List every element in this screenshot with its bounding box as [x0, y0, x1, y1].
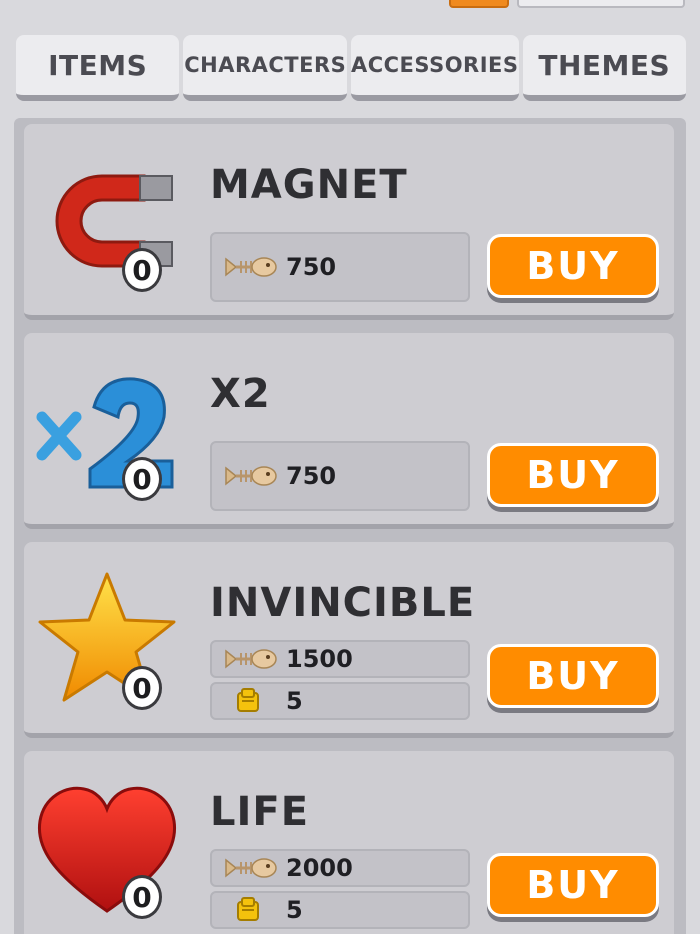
item-card-x2: 0 X2 750 BUY — [24, 333, 674, 529]
shop-tabs: ITEMS CHARACTERS ACCESSORIES THEMES — [16, 35, 686, 103]
cheese-token-icon — [237, 897, 259, 921]
fish-coin-icon — [225, 466, 277, 486]
buy-button[interactable]: BUY — [487, 234, 659, 298]
price-value: 750 — [286, 462, 337, 490]
buy-button[interactable]: BUY — [487, 853, 659, 917]
price-value: 750 — [286, 253, 337, 281]
owned-count-badge: 0 — [122, 875, 162, 919]
top-currency-button[interactable] — [449, 0, 509, 8]
top-currency-display — [517, 0, 685, 8]
owned-count-badge: 0 — [122, 248, 162, 292]
item-title: INVINCIBLE — [210, 580, 476, 626]
item-title: X2 — [210, 371, 271, 417]
price-box: 750 — [210, 441, 470, 511]
tab-items[interactable]: ITEMS — [16, 35, 180, 101]
tab-accessories[interactable]: ACCESSORIES — [350, 35, 519, 101]
buy-button[interactable]: BUY — [487, 644, 659, 708]
price-value: 1500 — [286, 645, 353, 673]
item-card-life: 0 LIFE 2000 5 BUY — [24, 751, 674, 934]
price-box: 5 — [210, 891, 470, 929]
tab-characters[interactable]: CHARACTERS — [183, 35, 347, 101]
tab-themes[interactable]: THEMES — [522, 35, 686, 101]
fish-coin-icon — [225, 649, 277, 669]
item-title: LIFE — [210, 789, 310, 835]
price-box: 750 — [210, 232, 470, 302]
price-value: 2000 — [286, 854, 353, 882]
price-value: 5 — [286, 896, 303, 924]
item-title: MAGNET — [210, 162, 408, 208]
cheese-token-icon — [237, 688, 259, 712]
price-box: 2000 — [210, 849, 470, 887]
item-card-invincible: 0 INVINCIBLE 1500 5 BUY — [24, 542, 674, 738]
price-box: 1500 — [210, 640, 470, 678]
owned-count-badge: 0 — [122, 457, 162, 501]
price-value: 5 — [286, 687, 303, 715]
top-bar — [0, 0, 700, 30]
price-box: 5 — [210, 682, 470, 720]
fish-coin-icon — [225, 257, 277, 277]
buy-button[interactable]: BUY — [487, 443, 659, 507]
fish-coin-icon — [225, 858, 277, 878]
item-card-magnet: 0 MAGNET 750 BUY — [24, 124, 674, 320]
owned-count-badge: 0 — [122, 666, 162, 710]
